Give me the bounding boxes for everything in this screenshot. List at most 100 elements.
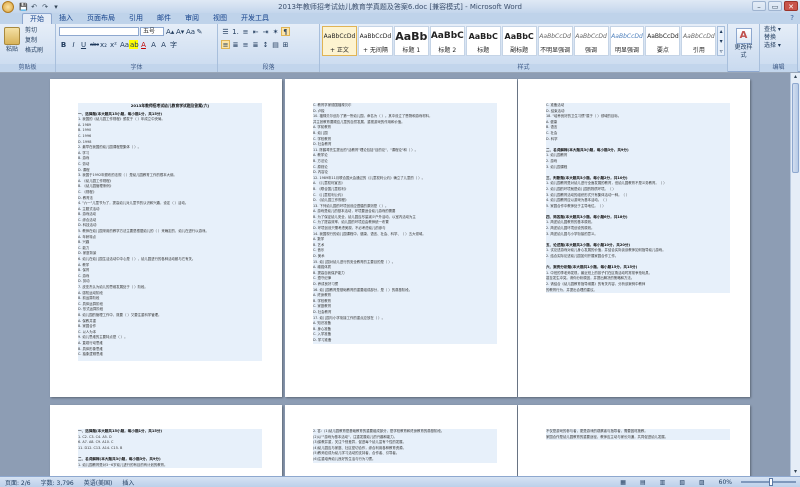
outline-icon[interactable]: ▧ [674, 479, 690, 486]
change-case-icon[interactable]: Aa [185, 27, 195, 36]
align-right-icon[interactable]: ≡ [241, 40, 250, 49]
highlight-icon[interactable]: ab [129, 40, 139, 49]
zoom-slider[interactable] [741, 478, 796, 486]
copy-button[interactable]: 复制 [24, 37, 44, 45]
document-page[interactable]: C. 教育学家德国福禄贝尔 D. 卢梭 10. 福禄贝尔创办了第一所幼儿园，命名为（… [285, 79, 517, 397]
subscript-button[interactable]: x₂ [99, 40, 108, 49]
style-5[interactable]: AaBbC 副标题 [501, 26, 537, 56]
customize-qat-icon[interactable]: ▾ [52, 3, 60, 11]
minimize-button[interactable]: – [752, 1, 766, 11]
tab-review[interactable]: 审阅 [178, 13, 206, 24]
style-8[interactable]: AaBbCcDd 明显强调 [609, 26, 645, 56]
page-content: C. 教育学家德国福禄贝尔 D. 卢梭 10. 福禄贝尔创办了第一所幼儿园，命名为（… [313, 103, 497, 344]
phonetic-guide-icon[interactable]: 字 [169, 40, 178, 49]
document-area[interactable]: 2013年教师招考试幼儿教育学试题及答案(六) 一、选择题(本大题共15小题，每小… [0, 73, 790, 476]
tab-insert[interactable]: 插入 [52, 13, 80, 24]
language[interactable]: 英语(美国) [79, 478, 118, 487]
style-3[interactable]: AaBbC 标题 2 [429, 26, 465, 56]
tab-page-layout[interactable]: 页面布局 [80, 13, 122, 24]
gallery-down-icon[interactable]: ▾ [718, 37, 724, 47]
insert-mode[interactable]: 插入 [117, 478, 139, 487]
tab-developer[interactable]: 开发工具 [234, 13, 276, 24]
print-layout-icon[interactable]: ▦ [615, 479, 631, 486]
style-sample: AaBbC [504, 32, 534, 41]
change-styles-label[interactable]: 更改样式 [731, 44, 756, 59]
document-page[interactable]: 不仅是游戏的参与者，更是游戏的观察者与指导者，需要因材施教。 家园合作是幼儿园教育… [518, 405, 750, 476]
borders-icon[interactable]: ⊞ [281, 40, 290, 49]
shrink-font-icon[interactable]: A▾ [175, 27, 184, 36]
style-2[interactable]: AaBb 标题 1 [393, 26, 429, 56]
style-4[interactable]: AaBbC 标题 [465, 26, 501, 56]
align-left-icon[interactable]: ≡ [221, 40, 230, 49]
find-button[interactable]: 查找 ▾ [763, 26, 794, 34]
redo-icon[interactable]: ↷ [41, 3, 49, 11]
underline-button[interactable]: U [79, 40, 88, 49]
change-styles-icon[interactable]: A [735, 28, 752, 44]
bullets-icon[interactable]: ☰ [221, 27, 230, 36]
tab-view[interactable]: 视图 [206, 13, 234, 24]
zoom-level[interactable]: 60% [714, 479, 737, 486]
styles-group-label: 样式 [320, 64, 727, 72]
zoom-knob[interactable] [768, 478, 773, 486]
document-page[interactable]: 2013年教师招考试幼儿教育学试题及答案(六) 一、选择题(本大题共15小题，每小… [50, 79, 282, 397]
shading-icon[interactable]: ▤ [271, 40, 280, 49]
justify-icon[interactable]: ≣ [251, 40, 260, 49]
align-center-icon[interactable]: ≣ [231, 40, 240, 49]
full-screen-icon[interactable]: ▤ [635, 479, 651, 486]
chinese-layout-icon[interactable]: ✶ [271, 27, 280, 36]
style-1[interactable]: AaBbCcDd + 无间隔 [357, 26, 393, 56]
style-9[interactable]: AaBbCcDd 要点 [645, 26, 681, 56]
char-shading-icon[interactable]: A [149, 40, 158, 49]
text-line: 1. 幼儿园教育是对3~6岁幼儿进行的有目的有计划的教育。 [78, 462, 168, 467]
bold-button[interactable]: B [59, 40, 68, 49]
page-count[interactable]: 页面: 2/6 [0, 478, 36, 487]
numbering-icon[interactable]: 1. [231, 27, 240, 36]
maximize-button[interactable]: ▭ [768, 1, 782, 11]
save-icon[interactable]: 💾 [19, 3, 28, 11]
close-button[interactable]: ✕ [784, 1, 798, 11]
document-page[interactable]: 2. 答：(1)幼儿园教育是基础教育的重要组成部分，是学校教育和终身教育的奠基阶… [285, 405, 517, 476]
select-button[interactable]: 选择 ▾ [763, 42, 794, 50]
scroll-down-icon[interactable]: ▾ [791, 468, 800, 476]
tab-home[interactable]: 开始 [22, 13, 52, 24]
web-layout-icon[interactable]: ▥ [655, 479, 671, 486]
strikethrough-button[interactable]: abc [89, 40, 99, 49]
font-family-combo[interactable] [59, 27, 139, 36]
style-0[interactable]: AaBbCcDd + 正文 [322, 26, 357, 56]
font-size-combo[interactable]: 五号 [140, 27, 164, 36]
text-effects-icon[interactable]: Aa [119, 40, 129, 49]
tab-references[interactable]: 引用 [122, 13, 150, 24]
gallery-more-icon[interactable]: ▿ [718, 47, 724, 57]
show-marks-icon[interactable]: ¶ [281, 27, 290, 36]
document-page[interactable]: 一、选择题(本大题共15小题，每小题1分，共15分) 1. C2. C3. C4.… [50, 405, 282, 476]
format-painter-button[interactable]: 格式刷 [24, 47, 44, 55]
help-icon[interactable]: ? [790, 14, 794, 22]
style-6[interactable]: AaBbCcDd 不明显强调 [537, 26, 573, 56]
char-border-icon[interactable]: A [159, 40, 168, 49]
styles-gallery-scroll[interactable]: ▴ ▾ ▿ [717, 26, 725, 56]
italic-button[interactable]: I [69, 40, 78, 49]
grow-font-icon[interactable]: A▴ [165, 27, 174, 36]
superscript-button[interactable]: x² [109, 40, 118, 49]
paste-button[interactable]: 粘贴 [3, 27, 21, 54]
scroll-up-icon[interactable]: ▴ [791, 73, 800, 81]
increase-indent-icon[interactable]: ⇥ [261, 27, 270, 36]
scroll-thumb[interactable] [792, 83, 799, 173]
clear-format-icon[interactable]: ✎ [195, 27, 204, 36]
multilevel-list-icon[interactable]: ≡ [241, 27, 250, 36]
style-7[interactable]: AaBbCcDd 强调 [573, 26, 609, 56]
vertical-scrollbar[interactable]: ▴ ▾ [790, 73, 800, 476]
undo-icon[interactable]: ↶ [30, 3, 38, 11]
decrease-indent-icon[interactable]: ⇤ [251, 27, 260, 36]
font-color-icon[interactable]: A [139, 40, 148, 49]
document-page[interactable]: C. 准备活动 D. 结束活动 18. "培养良好的卫生习惯"属于（ ）领域的目标。… [518, 79, 750, 397]
gallery-up-icon[interactable]: ▴ [718, 27, 724, 37]
replace-button[interactable]: 替换 [763, 34, 794, 42]
line-spacing-icon[interactable]: ↕ [261, 40, 270, 49]
style-10[interactable]: AaBbCcDd 引用 [681, 26, 717, 56]
tab-mailings[interactable]: 邮件 [150, 13, 178, 24]
office-button[interactable] [2, 0, 14, 13]
draft-icon[interactable]: ▨ [694, 479, 710, 486]
word-count[interactable]: 字数: 3,796 [36, 478, 79, 487]
cut-button[interactable]: 剪切 [24, 27, 44, 35]
